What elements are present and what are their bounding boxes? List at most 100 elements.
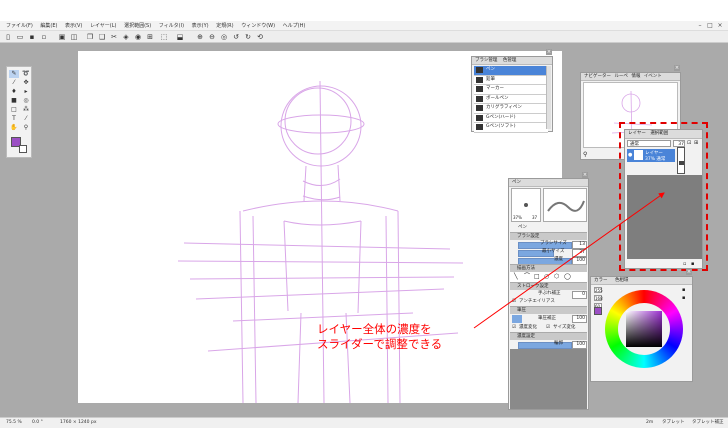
- rect-icon[interactable]: □: [534, 273, 540, 281]
- menu-display[interactable]: 表示(Y): [192, 21, 209, 31]
- layer-icon[interactable]: ◫: [70, 33, 78, 41]
- hue-ring[interactable]: [605, 290, 683, 368]
- color-option-icon[interactable]: ▪: [682, 295, 685, 301]
- cut-icon[interactable]: ✂: [110, 33, 118, 41]
- zoom-out-icon[interactable]: ⊖: [208, 33, 216, 41]
- section-density-settings[interactable]: 濃度設定: [510, 332, 587, 340]
- menu-edit[interactable]: 編集(E): [40, 21, 57, 31]
- panel-close-icon[interactable]: ×: [674, 65, 680, 71]
- brush-item[interactable]: ボールペン: [474, 94, 548, 104]
- blur-slider[interactable]: [518, 341, 572, 349]
- text-tool-icon[interactable]: T: [9, 115, 19, 123]
- menu-help[interactable]: ヘルプ(H): [283, 21, 306, 31]
- print-icon[interactable]: ▣: [58, 33, 66, 41]
- save-as-icon[interactable]: ▫: [40, 33, 48, 41]
- tab-navigator[interactable]: ナビゲーター: [584, 74, 611, 79]
- size-change-checkbox[interactable]: ☑: [546, 324, 550, 332]
- background-color-swatch[interactable]: [19, 145, 27, 153]
- pressure-curve-icon[interactable]: [512, 315, 522, 323]
- section-brush-settings[interactable]: ブラシ設定: [510, 232, 587, 240]
- lasso-tool-icon[interactable]: ➰: [21, 70, 31, 78]
- tab-info[interactable]: 情報: [631, 74, 640, 79]
- color-tabs: カラー 色相環: [591, 277, 692, 285]
- tab-event[interactable]: イベント: [644, 74, 662, 79]
- deselect-icon[interactable]: ⬚: [160, 33, 168, 41]
- paste-icon[interactable]: ❑: [98, 33, 106, 41]
- tab-loupe[interactable]: ルーペ: [614, 74, 628, 79]
- copy-icon[interactable]: ❐: [86, 33, 94, 41]
- color-value-g[interactable]: 168: [594, 295, 603, 301]
- panel-close-icon[interactable]: ×: [686, 269, 692, 275]
- fill-tool-icon[interactable]: ♦: [9, 88, 19, 96]
- tab-brush-manager[interactable]: ブラシ管理: [475, 58, 497, 63]
- gradient-tool-icon[interactable]: ▸: [21, 88, 31, 96]
- menu-view[interactable]: 表示(V): [65, 21, 82, 31]
- eyedropper-icon[interactable]: ⁄: [21, 115, 31, 123]
- bucket-tool-icon[interactable]: ■: [9, 97, 19, 105]
- zoom-icon[interactable]: ⚲: [583, 151, 587, 158]
- curve-icon[interactable]: ⌒: [524, 273, 530, 281]
- panel-close-icon[interactable]: ×: [546, 49, 552, 55]
- actual-size-icon[interactable]: ◎: [220, 33, 228, 41]
- pressure-value[interactable]: 100: [572, 315, 587, 323]
- save-icon[interactable]: ▪: [28, 33, 36, 41]
- current-color-swatch[interactable]: [594, 307, 602, 315]
- menu-layer[interactable]: レイヤー(L): [90, 21, 117, 31]
- menu-ruler[interactable]: 定規(R): [216, 21, 233, 31]
- new-file-icon[interactable]: ▯: [4, 33, 12, 41]
- section-pressure[interactable]: 筆圧: [510, 306, 587, 314]
- transform-icon[interactable]: ⊞: [146, 33, 154, 41]
- tab-color[interactable]: カラー: [594, 278, 608, 283]
- menu-filter[interactable]: フィルタ(I): [159, 21, 184, 31]
- pen-tool-icon[interactable]: ✎: [9, 70, 19, 78]
- magic-wand-icon[interactable]: ⁂: [21, 106, 31, 114]
- brush-item[interactable]: Gペン(ハード): [474, 113, 548, 123]
- rotate-right-icon[interactable]: ↻: [244, 33, 252, 41]
- brush-tool-icon[interactable]: ⁄: [9, 79, 19, 87]
- antialias-checkbox[interactable]: ☑: [512, 298, 516, 306]
- circle-icon[interactable]: ○: [544, 273, 549, 281]
- color-value-r[interactable]: 255: [594, 287, 603, 293]
- zoom-in-icon[interactable]: ⊕: [196, 33, 204, 41]
- ellipse-icon[interactable]: ◯: [564, 273, 571, 281]
- close-icon[interactable]: ×: [716, 22, 724, 29]
- brush-item[interactable]: ペン: [474, 66, 548, 76]
- density-label: 濃度: [554, 257, 563, 262]
- reset-rotation-icon[interactable]: ⟲: [256, 33, 264, 41]
- density-change-checkbox[interactable]: ☑: [512, 324, 516, 332]
- minimize-icon[interactable]: –: [696, 22, 704, 29]
- brush-item[interactable]: Gペン(ソフト): [474, 123, 548, 133]
- move-tool-icon[interactable]: ✥: [21, 79, 31, 87]
- pencil-brush-icon: [476, 76, 483, 83]
- fill-icon[interactable]: ◉: [134, 33, 142, 41]
- open-icon[interactable]: ▭: [16, 33, 24, 41]
- panel-close-icon[interactable]: ×: [582, 172, 588, 178]
- section-draw-method[interactable]: 描画方法: [510, 264, 587, 272]
- brush-item[interactable]: カリグラフィペン: [474, 104, 548, 114]
- clear-icon[interactable]: ◈: [122, 33, 130, 41]
- brush-list-scrollbar[interactable]: [546, 66, 551, 129]
- hand-tool-icon[interactable]: ✋: [9, 124, 19, 132]
- color-option-icon[interactable]: ▪: [682, 287, 685, 293]
- tab-color-manager[interactable]: 色管理: [503, 58, 517, 63]
- saturation-value-square[interactable]: [626, 311, 662, 347]
- rect-select-icon[interactable]: □: [9, 106, 19, 114]
- polygon-icon[interactable]: ⬡: [554, 273, 559, 281]
- brush-item[interactable]: マーカー: [474, 85, 548, 95]
- menu-file[interactable]: ファイル(F): [6, 21, 33, 31]
- blur-value[interactable]: 100: [572, 341, 587, 349]
- zoom-tool-icon[interactable]: ⚲: [21, 124, 31, 132]
- status-tablet-correction: タブレット補正: [692, 420, 724, 425]
- menu-bar: ファイル(F) 編集(E) 表示(V) レイヤー(L) 選択範囲(S) フィルタ…: [0, 21, 728, 31]
- invert-icon[interactable]: ⬓: [176, 33, 184, 41]
- brush-shape-preview: 37% 37: [511, 188, 541, 222]
- section-stroke[interactable]: ストローク設定: [510, 282, 587, 290]
- maximize-icon[interactable]: □: [706, 22, 714, 29]
- menu-select[interactable]: 選択範囲(S): [124, 21, 151, 31]
- menu-window[interactable]: ウィンドウ(W): [241, 21, 275, 31]
- line-icon[interactable]: ╲: [514, 273, 518, 281]
- brush-item[interactable]: 鉛筆: [474, 75, 548, 85]
- select-tool-icon[interactable]: ◎: [21, 97, 31, 105]
- rotate-left-icon[interactable]: ↺: [232, 33, 240, 41]
- color-mode-select[interactable]: 色相環: [615, 278, 629, 283]
